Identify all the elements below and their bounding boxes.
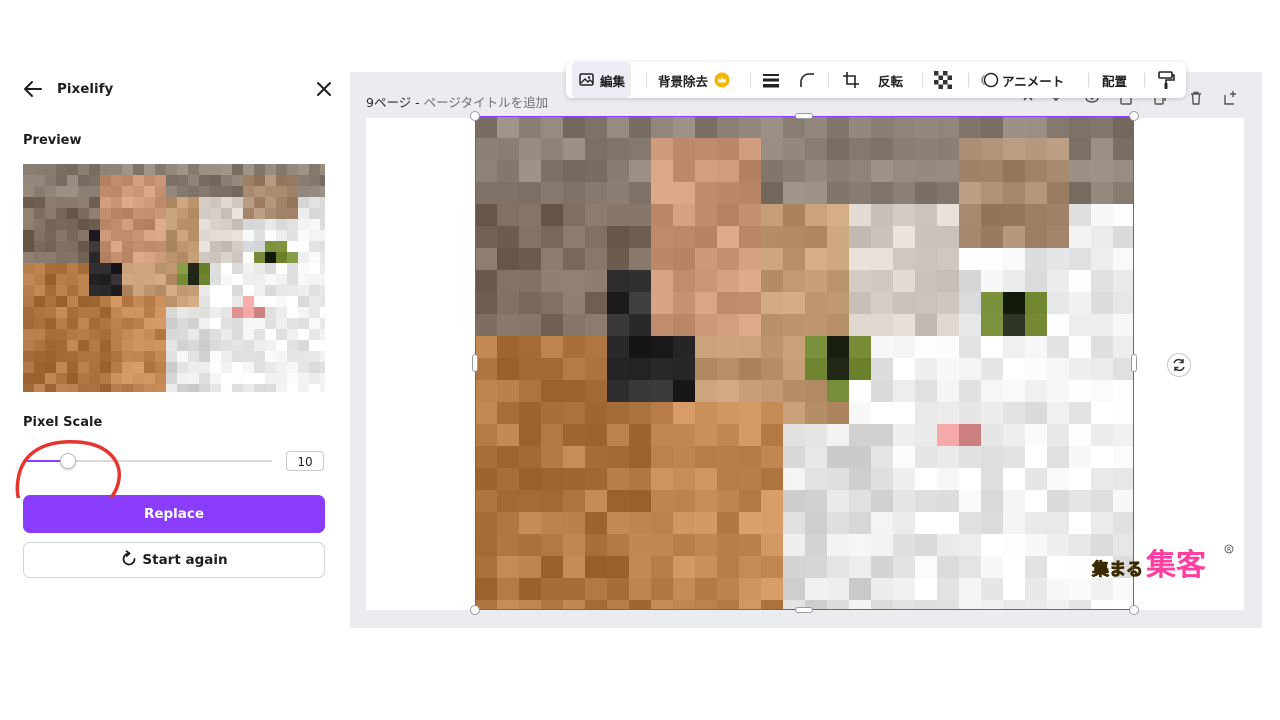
animate-button[interactable]: アニメート bbox=[980, 62, 1064, 98]
resize-handle-top-left[interactable] bbox=[470, 111, 480, 121]
crop-button[interactable] bbox=[842, 62, 860, 98]
arrow-left-icon bbox=[24, 81, 42, 97]
flip-button[interactable]: 反転 bbox=[878, 62, 903, 98]
toolbar-divider bbox=[828, 73, 829, 87]
close-button[interactable] bbox=[314, 79, 334, 99]
corner-rounding-button[interactable] bbox=[798, 62, 816, 98]
start-again-button[interactable]: Start again bbox=[23, 542, 325, 578]
panel-title: Pixelify bbox=[57, 81, 114, 97]
copy-style-button[interactable] bbox=[1156, 62, 1176, 98]
toolbar-divider bbox=[750, 73, 751, 87]
svg-text:集客: 集客 bbox=[1145, 548, 1206, 583]
resize-handle-top[interactable] bbox=[795, 113, 813, 119]
toolbar-divider bbox=[922, 73, 923, 87]
image-edit-icon bbox=[579, 73, 594, 86]
copy-style-icon bbox=[1158, 71, 1175, 89]
preview-label: Preview bbox=[23, 133, 82, 148]
trash-icon[interactable] bbox=[1188, 90, 1204, 106]
slider-thumb[interactable] bbox=[59, 453, 76, 469]
annotation-circle bbox=[15, 440, 121, 498]
animate-icon bbox=[980, 72, 999, 88]
pixel-scale-slider[interactable] bbox=[23, 453, 272, 469]
editor-area: 9ページ - ページタイトルを追加 集まる 集客 R bbox=[350, 72, 1262, 628]
toolbar-divider bbox=[646, 73, 647, 87]
pixel-scale-value-input[interactable]: 10 bbox=[286, 451, 324, 471]
resize-handle-bottom-left[interactable] bbox=[470, 605, 480, 615]
start-again-label: Start again bbox=[142, 552, 228, 568]
svg-text:集まる: 集まる bbox=[1091, 559, 1143, 580]
refresh-icon bbox=[123, 550, 136, 566]
brand-watermark: 集まる 集客 R bbox=[1091, 544, 1234, 584]
remove-bg-label: 背景除去 bbox=[658, 73, 709, 89]
toolbar-divider bbox=[1088, 73, 1089, 87]
close-icon bbox=[317, 82, 331, 96]
resize-handle-bottom-right[interactable] bbox=[1129, 605, 1139, 615]
resize-handle-left[interactable] bbox=[472, 354, 478, 372]
context-toolbar: 編集 背景除去 反転 アニメート 配置 bbox=[566, 62, 1186, 98]
corner-radius-icon bbox=[800, 73, 814, 87]
flip-label: 反転 bbox=[878, 73, 904, 89]
toolbar-divider bbox=[1144, 73, 1145, 87]
position-button[interactable]: 配置 bbox=[1102, 62, 1127, 98]
animate-label: アニメート bbox=[1002, 73, 1065, 89]
rotate-handle[interactable] bbox=[1167, 353, 1191, 377]
resize-handle-right[interactable] bbox=[1131, 354, 1137, 372]
resize-handle-bottom[interactable] bbox=[795, 607, 813, 613]
replace-button[interactable]: Replace bbox=[23, 495, 325, 533]
toolbar-divider bbox=[968, 73, 969, 87]
crown-icon bbox=[714, 72, 730, 88]
selected-image[interactable] bbox=[470, 111, 1139, 615]
page-title[interactable]: 9ページ - ページタイトルを追加 bbox=[366, 92, 548, 111]
remove-background-button[interactable]: 背景除去 bbox=[658, 62, 730, 98]
edit-image-button[interactable]: 編集 bbox=[572, 62, 632, 98]
position-label: 配置 bbox=[1102, 73, 1128, 89]
back-button[interactable] bbox=[22, 79, 44, 99]
transparency-icon bbox=[934, 71, 952, 89]
page-title-placeholder[interactable]: ページタイトルを追加 bbox=[424, 95, 549, 110]
resize-handle-top-right[interactable] bbox=[1129, 111, 1139, 121]
add-page-icon[interactable] bbox=[1222, 90, 1238, 106]
rotate-icon bbox=[1173, 358, 1185, 372]
edit-label: 編集 bbox=[600, 73, 626, 89]
line-weight-icon bbox=[763, 74, 779, 88]
crop-icon bbox=[843, 72, 859, 88]
pixel-scale-label: Pixel Scale bbox=[23, 415, 103, 430]
border-style-button[interactable] bbox=[762, 62, 780, 98]
pixelify-panel: Pixelify Preview Pixel Scale 10 Replace … bbox=[0, 60, 345, 660]
page-number: 9ページ - bbox=[366, 95, 420, 110]
preview-image bbox=[23, 164, 325, 392]
svg-text:R: R bbox=[1227, 547, 1231, 554]
transparency-button[interactable] bbox=[934, 62, 952, 98]
